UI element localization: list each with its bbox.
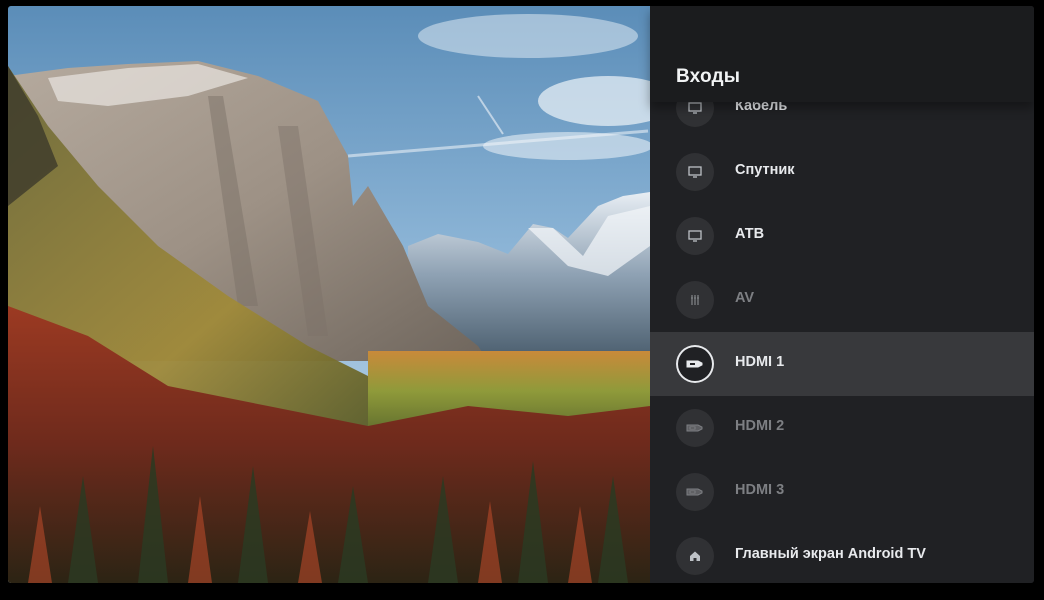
input-item-av[interactable]: AV	[650, 268, 1034, 332]
input-item-hdmi-2[interactable]: HDMI 2	[650, 396, 1034, 460]
tv-screen: Входы Кабель Спутник АТВ AV HDMI 1 HDMI …	[8, 6, 1034, 583]
hdmi-icon	[676, 345, 714, 383]
input-item-hdmi-3[interactable]: HDMI 3	[650, 460, 1034, 524]
wallpaper-image	[8, 6, 650, 583]
panel-title: Входы	[676, 66, 741, 87]
input-label: HDMI 3	[735, 482, 785, 498]
input-item-atv[interactable]: АТВ	[650, 204, 1034, 268]
input-label: Спутник	[735, 162, 795, 178]
panel-header: Входы	[650, 6, 1034, 102]
input-item-android-home[interactable]: Главный экран Android TV	[650, 524, 1034, 583]
input-item-hdmi-1[interactable]: HDMI 1	[650, 332, 1034, 396]
input-label: HDMI 1	[735, 354, 785, 370]
hdmi-icon	[676, 473, 714, 511]
tv-icon	[676, 217, 714, 255]
hdmi-icon	[676, 409, 714, 447]
input-label: Главный экран Android TV	[735, 546, 926, 562]
av-connector-icon	[676, 281, 714, 319]
input-item-satellite[interactable]: Спутник	[650, 140, 1034, 204]
input-label: HDMI 2	[735, 418, 785, 434]
input-label: AV	[735, 290, 755, 306]
inputs-panel: Входы Кабель Спутник АТВ AV HDMI 1 HDMI …	[650, 6, 1034, 583]
home-icon	[676, 537, 714, 575]
input-label: АТВ	[735, 226, 765, 242]
tv-icon	[676, 153, 714, 191]
